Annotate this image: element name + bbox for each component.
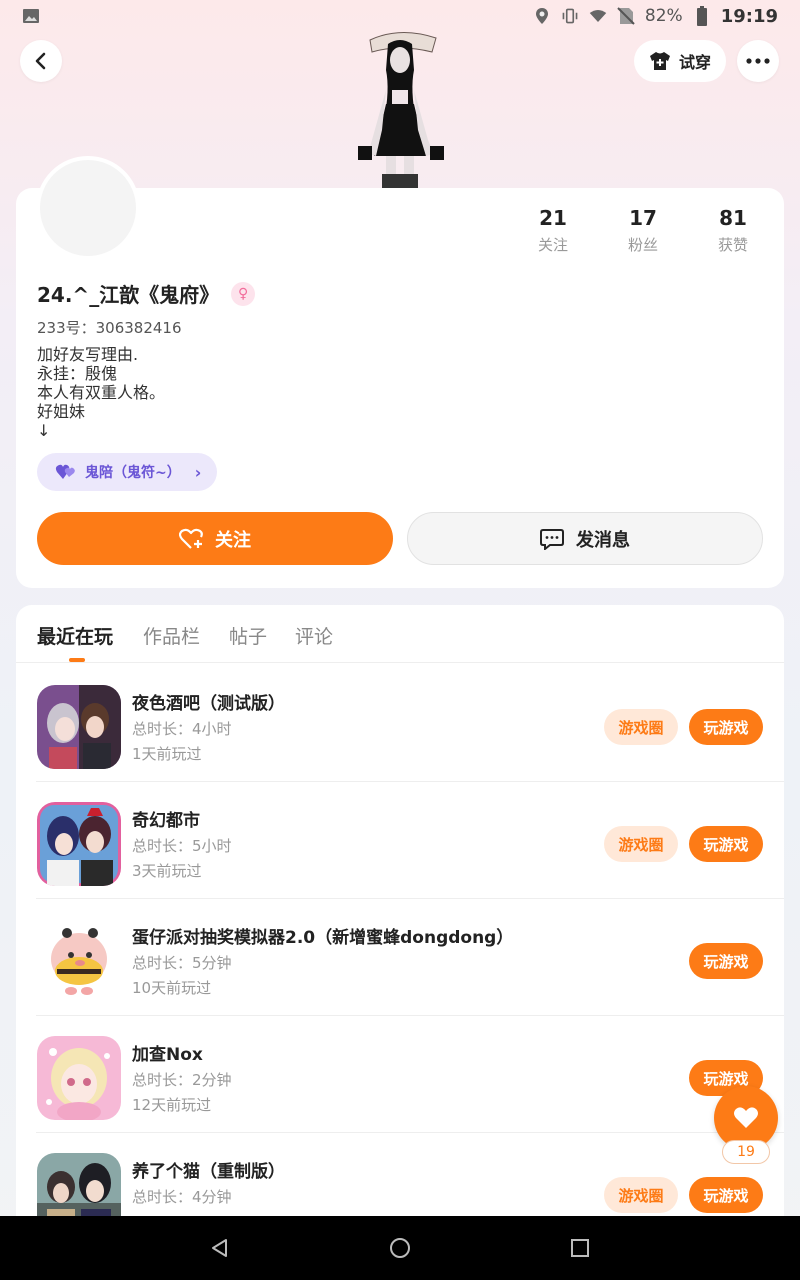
game-duration: 总时长：4分钟 — [132, 1188, 232, 1206]
bio-line: 好姐妹 — [37, 402, 86, 421]
chat-bubble-icon — [540, 528, 564, 550]
nav-back-button[interactable] — [205, 1233, 235, 1263]
follow-button[interactable]: 关注 — [37, 512, 393, 565]
no-sim-icon — [617, 7, 635, 25]
tab-works[interactable]: 作品栏 — [143, 622, 200, 649]
nav-home-button[interactable] — [385, 1233, 415, 1263]
message-label: 发消息 — [576, 529, 630, 551]
avatar-dressup-figure — [352, 30, 448, 190]
square-recents-icon — [571, 1239, 589, 1257]
bio-line: ↓ — [37, 421, 51, 440]
avatar[interactable] — [36, 156, 140, 260]
game-last-played: 3天前玩过 — [132, 862, 202, 880]
like-count: 19 — [722, 1140, 770, 1164]
game-title: 奇幻都市 — [132, 811, 200, 831]
location-icon — [533, 7, 551, 25]
bio-line: 本人有双重人格。 — [37, 383, 166, 402]
tab-posts[interactable]: 帖子 — [229, 622, 267, 649]
stat-number: 21 — [539, 206, 567, 230]
game-circle-button[interactable]: 游戏圈 — [604, 709, 678, 745]
follow-label: 关注 — [215, 529, 251, 551]
back-arrow-icon — [35, 52, 46, 70]
active-tab-indicator — [69, 658, 85, 662]
game-last-played: 1天前玩过 — [132, 745, 202, 763]
try-on-button[interactable]: 试穿 — [634, 40, 726, 82]
game-circle-button[interactable]: 游戏圈 — [604, 826, 678, 862]
game-title: 蛋仔派对抽奖模拟器2.0（新增蜜蜂dongdong） — [132, 928, 514, 948]
game-row[interactable]: 奇幻都市 总时长：5小时 3天前玩过 游戏圈 玩游戏 — [16, 782, 784, 899]
tab-recently-played[interactable]: 最近在玩 — [37, 622, 113, 649]
battery-percent: 82% — [644, 6, 683, 26]
stat-following[interactable]: 21 关注 — [508, 206, 598, 255]
companion-tag[interactable]: 鬼陪（鬼符~） › — [37, 453, 217, 491]
stat-number: 81 — [719, 206, 747, 230]
companion-label: 鬼陪（鬼符~） — [85, 465, 181, 481]
user-id: 233号：306382416 — [37, 319, 182, 337]
back-button[interactable] — [20, 40, 62, 82]
stat-likes[interactable]: 81 获赞 — [688, 206, 778, 255]
username-text: 24.^_江歆《鬼府》 — [37, 283, 220, 307]
game-duration: 总时长：4小时 — [132, 720, 232, 738]
shirt-icon — [649, 52, 670, 70]
wifi-icon — [589, 7, 607, 25]
bio: 加好友写理由. 永挂：殷傀 本人有双重人格。 好姐妹 ↓ — [37, 345, 165, 440]
heart-plus-icon — [179, 528, 203, 549]
bio-line: 永挂：殷傀 — [37, 364, 118, 383]
try-on-label: 试穿 — [678, 53, 711, 72]
status-bar: 82% 19:19 — [0, 0, 800, 32]
play-game-button[interactable]: 玩游戏 — [689, 1177, 763, 1213]
female-gender-icon: ♀ — [231, 281, 256, 306]
stat-label: 获赞 — [717, 236, 748, 254]
triangle-back-icon — [212, 1239, 227, 1257]
vibrate-icon — [561, 7, 579, 25]
clock: 19:19 — [720, 5, 778, 27]
game-icon[interactable] — [37, 685, 121, 769]
game-circle-button[interactable]: 游戏圈 — [604, 1177, 678, 1213]
stat-label: 粉丝 — [627, 236, 658, 254]
game-row[interactable]: 加查Nox 总时长：2分钟 12天前玩过 玩游戏 — [16, 1016, 784, 1133]
game-duration: 总时长：2分钟 — [132, 1071, 232, 1089]
tab-comments[interactable]: 评论 — [295, 622, 333, 649]
play-game-button[interactable]: 玩游戏 — [689, 943, 763, 979]
username: 24.^_江歆《鬼府》 ♀ — [37, 279, 256, 308]
play-game-button[interactable]: 玩游戏 — [689, 826, 763, 862]
stat-number: 17 — [629, 206, 657, 230]
double-heart-icon — [55, 464, 75, 479]
battery-icon — [693, 6, 711, 26]
profile-stats: 21 关注 17 粉丝 81 获赞 — [508, 206, 778, 255]
game-icon[interactable] — [37, 919, 121, 1003]
game-row[interactable]: 蛋仔派对抽奖模拟器2.0（新增蜜蜂dongdong） 总时长：5分钟 10天前玩… — [16, 899, 784, 1016]
game-duration: 总时长：5分钟 — [132, 954, 232, 972]
game-icon[interactable] — [37, 802, 121, 886]
nav-recents-button[interactable] — [565, 1233, 595, 1263]
tab-bar: 最近在玩 作品栏 帖子 评论 — [16, 605, 784, 663]
stat-followers[interactable]: 17 粉丝 — [598, 206, 688, 255]
game-title: 夜色酒吧（测试版） — [132, 694, 285, 714]
game-icon[interactable] — [37, 1036, 121, 1120]
chevron-right-icon: › — [194, 462, 202, 482]
heart-icon — [734, 1107, 758, 1128]
content-card: 最近在玩 作品栏 帖子 评论 夜色酒吧（测试版） 总时长：4小时 1天前玩过 游… — [16, 605, 784, 1245]
game-last-played: 10天前玩过 — [132, 979, 212, 997]
play-game-button[interactable]: 玩游戏 — [689, 709, 763, 745]
system-nav-bar — [0, 1216, 800, 1280]
game-title: 加查Nox — [132, 1045, 203, 1065]
more-dots-icon — [746, 58, 770, 64]
gallery-notification-icon — [22, 7, 40, 25]
game-last-played: 12天前玩过 — [132, 1096, 212, 1114]
circle-home-icon — [390, 1238, 410, 1258]
more-button[interactable] — [737, 40, 779, 82]
game-title: 养了个猫（重制版） — [132, 1162, 285, 1182]
game-duration: 总时长：5小时 — [132, 837, 232, 855]
send-message-button[interactable]: 发消息 — [407, 512, 763, 565]
game-row[interactable]: 夜色酒吧（测试版） 总时长：4小时 1天前玩过 游戏圈 玩游戏 — [16, 665, 784, 782]
bio-line: 加好友写理由. — [37, 345, 139, 364]
stat-label: 关注 — [537, 236, 568, 254]
